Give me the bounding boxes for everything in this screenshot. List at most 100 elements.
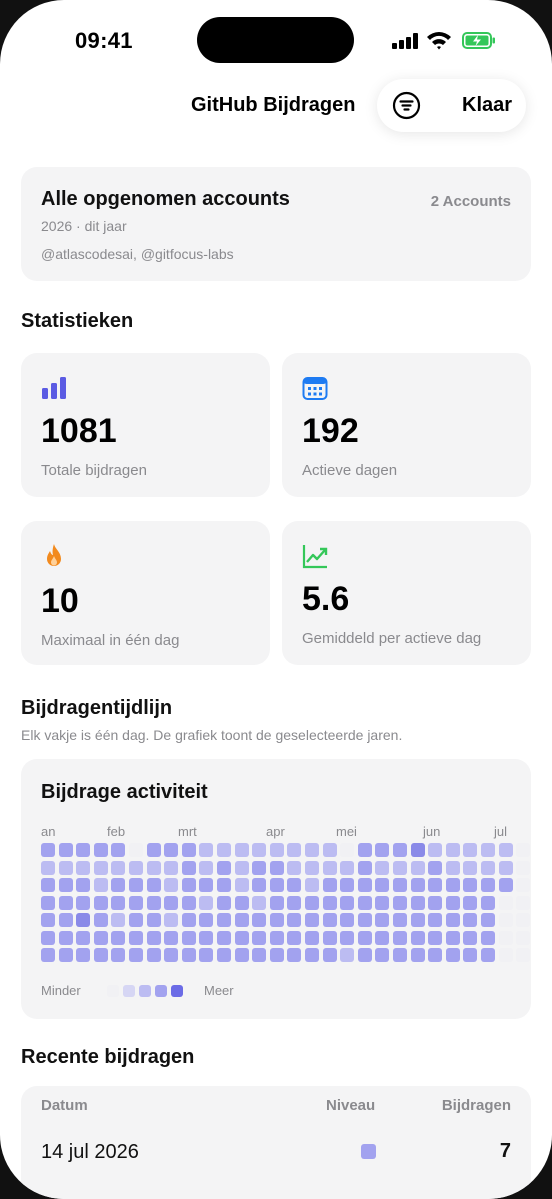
heatmap-cell[interactable] — [217, 930, 231, 945]
heatmap-cell[interactable] — [93, 860, 108, 875]
heatmap-cell[interactable] — [252, 913, 267, 927]
heatmap-cell[interactable] — [516, 878, 531, 892]
heatmap-cell[interactable] — [252, 895, 267, 910]
heatmap-cell[interactable] — [305, 860, 319, 875]
heatmap-cell[interactable] — [340, 948, 355, 962]
heatmap-cell[interactable] — [146, 843, 161, 857]
heatmap-cell[interactable] — [199, 948, 214, 962]
heatmap-cell[interactable] — [410, 895, 425, 910]
heatmap-cell[interactable] — [498, 843, 513, 857]
heatmap-cell[interactable] — [463, 860, 478, 875]
heatmap-cell[interactable] — [393, 878, 407, 892]
heatmap-cell[interactable] — [217, 948, 231, 962]
heatmap-cell[interactable] — [269, 878, 284, 892]
heatmap-cell[interactable] — [428, 913, 443, 927]
heatmap-cell[interactable] — [410, 948, 425, 962]
heatmap-cell[interactable] — [111, 913, 126, 927]
heatmap-cell[interactable] — [393, 930, 407, 945]
heatmap-cell[interactable] — [111, 860, 126, 875]
heatmap-cell[interactable] — [498, 930, 513, 945]
heatmap-cell[interactable] — [269, 930, 284, 945]
heatmap-cell[interactable] — [410, 878, 425, 892]
heatmap-cell[interactable] — [357, 895, 372, 910]
heatmap-cell[interactable] — [164, 843, 179, 857]
heatmap-cell[interactable] — [445, 948, 460, 962]
heatmap-cell[interactable] — [164, 878, 179, 892]
heatmap-cell[interactable] — [322, 895, 337, 910]
heatmap-cell[interactable] — [445, 878, 460, 892]
heatmap-cell[interactable] — [463, 843, 478, 857]
heatmap-cell[interactable] — [287, 878, 302, 892]
heatmap-cell[interactable] — [93, 930, 108, 945]
heatmap-cell[interactable] — [428, 930, 443, 945]
heatmap-cell[interactable] — [322, 878, 337, 892]
heatmap-cell[interactable] — [287, 948, 302, 962]
heatmap-cell[interactable] — [129, 878, 143, 892]
heatmap-cell[interactable] — [481, 895, 495, 910]
heatmap-cell[interactable] — [287, 895, 302, 910]
heatmap-cell[interactable] — [181, 930, 196, 945]
heatmap-cell[interactable] — [93, 895, 108, 910]
heatmap-cell[interactable] — [322, 843, 337, 857]
heatmap-cell[interactable] — [217, 843, 231, 857]
heatmap-cell[interactable] — [375, 895, 390, 910]
done-button[interactable]: Klaar — [462, 94, 512, 117]
heatmap-cell[interactable] — [322, 860, 337, 875]
heatmap-cell[interactable] — [357, 913, 372, 927]
heatmap-cell[interactable] — [481, 930, 495, 945]
heatmap-cell[interactable] — [357, 948, 372, 962]
heatmap-cell[interactable] — [463, 948, 478, 962]
heatmap-cell[interactable] — [76, 860, 91, 875]
heatmap-cell[interactable] — [181, 948, 196, 962]
heatmap-cell[interactable] — [269, 843, 284, 857]
heatmap-cell[interactable] — [217, 895, 231, 910]
heatmap-cell[interactable] — [41, 913, 55, 927]
heatmap-cell[interactable] — [428, 878, 443, 892]
heatmap-cell[interactable] — [129, 913, 143, 927]
heatmap-cell[interactable] — [164, 930, 179, 945]
heatmap-cell[interactable] — [481, 860, 495, 875]
heatmap-cell[interactable] — [41, 895, 55, 910]
heatmap-cell[interactable] — [93, 878, 108, 892]
heatmap-cell[interactable] — [217, 860, 231, 875]
heatmap-cell[interactable] — [181, 913, 196, 927]
heatmap-cell[interactable] — [111, 930, 126, 945]
heatmap-cell[interactable] — [305, 843, 319, 857]
heatmap-cell[interactable] — [234, 913, 249, 927]
heatmap-cell[interactable] — [146, 860, 161, 875]
heatmap-cell[interactable] — [164, 860, 179, 875]
heatmap-cell[interactable] — [252, 930, 267, 945]
heatmap-cell[interactable] — [305, 948, 319, 962]
heatmap-cell[interactable] — [129, 948, 143, 962]
heatmap-cell[interactable] — [340, 913, 355, 927]
heatmap-cell[interactable] — [481, 913, 495, 927]
heatmap-cell[interactable] — [287, 913, 302, 927]
heatmap-cell[interactable] — [111, 948, 126, 962]
heatmap-cell[interactable] — [516, 948, 531, 962]
heatmap-cell[interactable] — [217, 878, 231, 892]
heatmap-cell[interactable] — [234, 930, 249, 945]
heatmap-cell[interactable] — [410, 930, 425, 945]
heatmap-cell[interactable] — [234, 843, 249, 857]
heatmap-cell[interactable] — [445, 895, 460, 910]
heatmap-cell[interactable] — [252, 843, 267, 857]
heatmap-cell[interactable] — [93, 948, 108, 962]
heatmap-cell[interactable] — [58, 860, 73, 875]
heatmap-cell[interactable] — [164, 913, 179, 927]
heatmap-cell[interactable] — [269, 948, 284, 962]
heatmap-cell[interactable] — [41, 860, 55, 875]
heatmap-cell[interactable] — [129, 930, 143, 945]
heatmap-cell[interactable] — [181, 843, 196, 857]
heatmap-cell[interactable] — [269, 913, 284, 927]
heatmap-cell[interactable] — [146, 948, 161, 962]
heatmap-cell[interactable] — [322, 930, 337, 945]
heatmap-cell[interactable] — [234, 878, 249, 892]
heatmap-cell[interactable] — [463, 930, 478, 945]
heatmap-cell[interactable] — [498, 895, 513, 910]
heatmap-cell[interactable] — [305, 930, 319, 945]
heatmap-cell[interactable] — [498, 913, 513, 927]
heatmap-cell[interactable] — [76, 948, 91, 962]
heatmap-cell[interactable] — [357, 860, 372, 875]
heatmap-cell[interactable] — [375, 843, 390, 857]
heatmap-cell[interactable] — [445, 843, 460, 857]
